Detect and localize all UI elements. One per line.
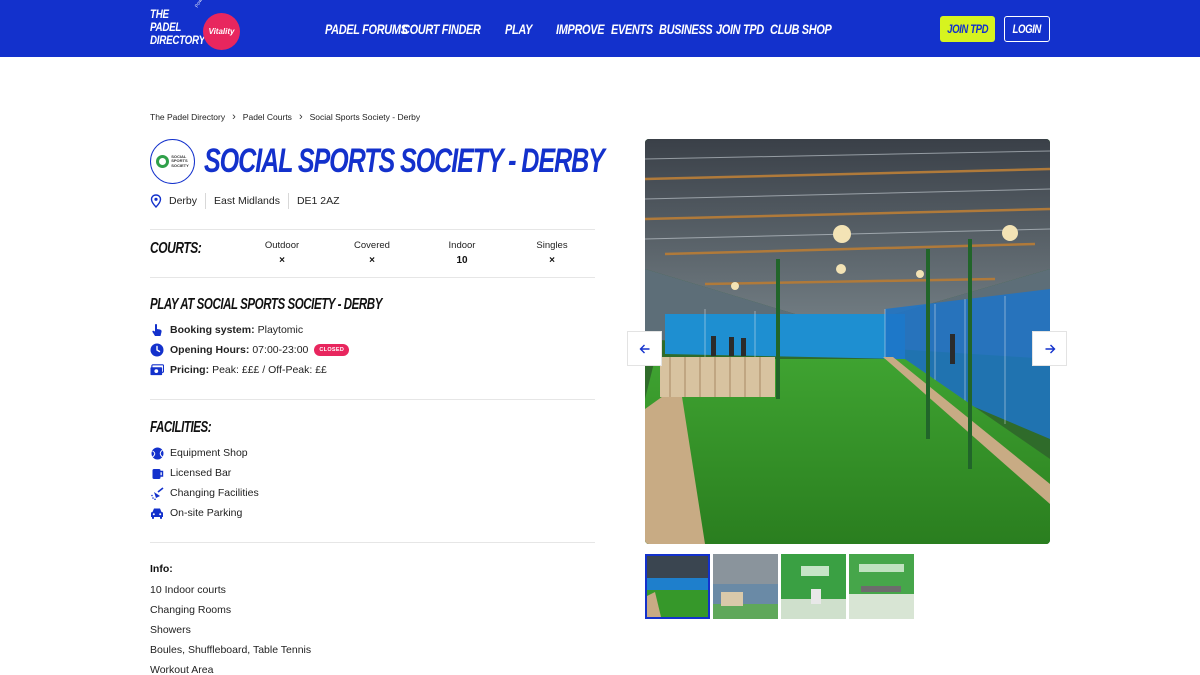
location-region: East Midlands <box>214 195 280 207</box>
gallery-thumbnail[interactable] <box>849 554 914 619</box>
hours-value: 07:00-23:00 <box>252 344 309 356</box>
facility-item: On-site Parking <box>150 506 242 520</box>
court-type-label: Outdoor <box>264 240 300 251</box>
pricing-value: Peak: £££ / Off-Peak: ££ <box>212 364 327 376</box>
car-icon <box>150 506 164 520</box>
court-type-singles: Singles × <box>512 240 592 266</box>
gallery-thumbnail[interactable] <box>781 554 846 619</box>
facility-label: Licensed Bar <box>170 467 232 479</box>
info-line: Showers <box>150 624 191 636</box>
logo-powered-by: Powered by <box>194 0 212 9</box>
arrow-right-icon <box>1045 344 1055 353</box>
thumbnail-image <box>781 554 846 619</box>
gallery-prev-button[interactable] <box>627 331 662 366</box>
court-type-value: × <box>279 255 285 266</box>
court-type-value: × <box>549 255 555 266</box>
info-heading: Info: <box>150 563 173 575</box>
court-type-value: 10 <box>456 255 468 266</box>
clock-icon <box>150 343 164 357</box>
facility-item: Licensed Bar <box>150 466 231 480</box>
booking-system-row: Booking system: Playtomic <box>150 323 303 337</box>
court-type-outdoor: Outdoor × <box>242 240 322 266</box>
thumbnail-image <box>647 556 708 617</box>
breadcrumb-home[interactable]: The Padel Directory <box>150 112 225 122</box>
pointer-hand-icon <box>150 323 164 337</box>
booking-label: Booking system: <box>170 324 255 336</box>
join-tpd-button[interactable]: JOIN TPD <box>940 16 995 42</box>
divider <box>150 399 595 400</box>
breadcrumb-current: Social Sports Society - Derby <box>309 112 421 122</box>
site-logo[interactable]: THE PADEL DIRECTORY Powered by Vitality <box>150 0 242 52</box>
thumbnail-image <box>849 554 914 619</box>
gallery-next-button[interactable] <box>1032 331 1067 366</box>
money-icon <box>150 363 164 377</box>
nav-padel-forums[interactable]: PADEL FORUMS <box>325 21 408 37</box>
facility-label: Changing Facilities <box>170 487 259 499</box>
info-line: Changing Rooms <box>150 604 232 616</box>
mug-icon <box>150 466 164 480</box>
facility-label: Equipment Shop <box>170 447 248 459</box>
tennis-ball-icon <box>150 446 164 460</box>
gallery-thumbnail[interactable] <box>713 554 778 619</box>
play-heading: PLAY AT SOCIAL SPORTS SOCIETY - DERBY <box>150 296 382 313</box>
court-type-value: × <box>369 255 375 266</box>
divider <box>287 193 289 209</box>
arrow-left-icon <box>639 344 649 353</box>
location-postcode: DE1 2AZ <box>296 195 340 207</box>
info-line: 10 Indoor courts <box>150 584 226 596</box>
facility-label: On-site Parking <box>170 507 243 519</box>
main-nav: PADEL FORUMS COURT FINDER PLAY IMPROVE E… <box>325 0 832 57</box>
info-line: Boules, Shuffleboard, Table Tennis <box>150 644 312 656</box>
status-badge: CLOSED <box>314 344 350 356</box>
court-type-label: Covered <box>354 240 390 251</box>
facility-item: Changing Facilities <box>150 486 259 500</box>
nav-business[interactable]: BUSINESS <box>659 21 713 37</box>
vitality-badge: Vitality <box>203 13 240 50</box>
location-city: Derby <box>169 195 198 207</box>
logo-wordmark: THE PADEL DIRECTORY <box>150 9 205 47</box>
facilities-heading: FACILITIES: <box>150 419 212 436</box>
login-button[interactable]: LOGIN <box>1004 16 1050 42</box>
divider <box>150 229 595 230</box>
nav-play[interactable]: PLAY <box>505 21 536 37</box>
nav-club-shop[interactable]: CLUB SHOP <box>770 21 832 37</box>
club-logo: SOCIAL SPORTS SOCIETY <box>150 139 195 184</box>
nav-events[interactable]: EVENTS <box>611 21 653 37</box>
divider <box>150 277 595 278</box>
chevron-right-icon: › <box>298 111 303 123</box>
court-type-covered: Covered × <box>332 240 412 266</box>
opening-hours-row: Opening Hours: 07:00-23:00 CLOSED <box>150 343 350 357</box>
club-logo-mark-icon <box>156 155 170 168</box>
divider <box>205 193 207 209</box>
shower-icon <box>150 486 164 500</box>
breadcrumb-padel-courts[interactable]: Padel Courts <box>243 112 292 122</box>
court-type-indoor: Indoor 10 <box>422 240 502 266</box>
nav-court-finder[interactable]: COURT FINDER <box>402 21 490 37</box>
court-photo-image <box>645 139 1050 544</box>
page-title: SOCIAL SPORTS SOCIETY - DERBY <box>204 142 605 180</box>
court-type-label: Singles <box>536 240 568 251</box>
info-line: Workout Area <box>150 664 214 675</box>
club-location: Derby East Midlands DE1 2AZ <box>150 193 340 209</box>
courts-label: COURTS: <box>150 240 202 257</box>
court-type-label: Indoor <box>448 240 476 251</box>
thumbnail-image <box>713 554 778 619</box>
pricing-label: Pricing: <box>170 364 210 376</box>
divider <box>150 542 595 543</box>
breadcrumb: The Padel Directory › Padel Courts › Soc… <box>150 111 421 123</box>
top-navigation-bar: THE PADEL DIRECTORY Powered by Vitality … <box>0 0 1200 57</box>
gallery-thumbnail[interactable] <box>645 554 710 619</box>
hours-label: Opening Hours: <box>170 344 250 356</box>
pricing-row: Pricing: Peak: £££ / Off-Peak: ££ <box>150 363 327 377</box>
chevron-right-icon: › <box>232 111 236 123</box>
facility-item: Equipment Shop <box>150 446 248 460</box>
map-pin-icon <box>150 194 162 208</box>
booking-value[interactable]: Playtomic <box>258 324 304 336</box>
nav-improve[interactable]: IMPROVE <box>556 21 604 37</box>
main-court-photo[interactable] <box>645 139 1050 544</box>
club-logo-text: SOCIAL SPORTS SOCIETY <box>171 153 189 168</box>
nav-join-tpd[interactable]: JOIN TPD <box>716 21 764 37</box>
